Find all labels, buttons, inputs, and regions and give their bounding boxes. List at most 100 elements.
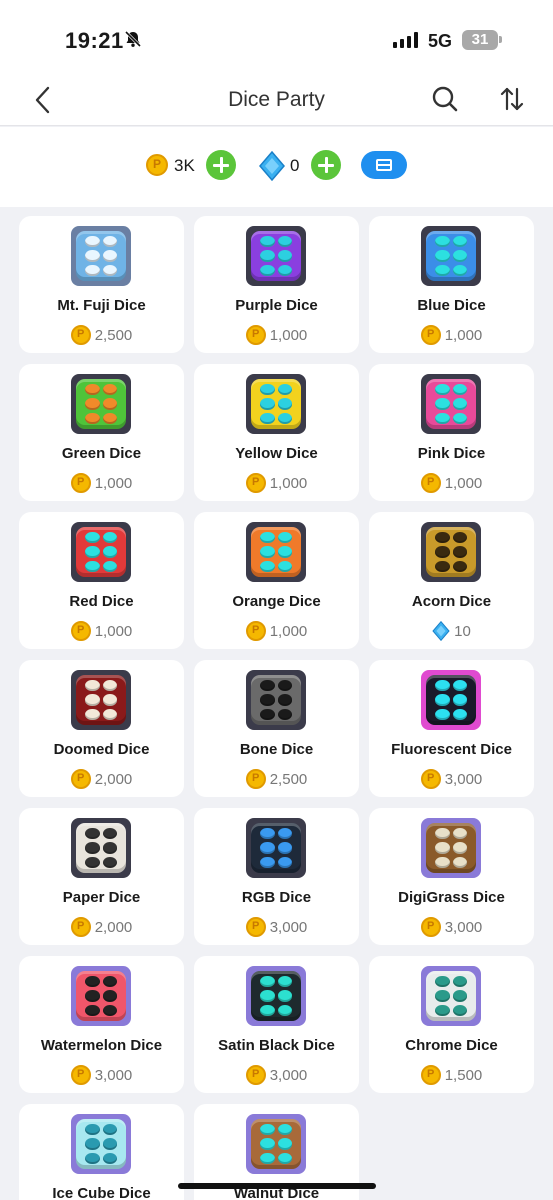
dice-price: 10 — [369, 621, 534, 641]
dice-card[interactable]: Fluorescent Dice 3,000 — [369, 660, 534, 797]
dice-card[interactable]: Watermelon Dice 3,000 — [19, 956, 184, 1093]
battery-cap — [499, 36, 502, 43]
dice-name: Green Dice — [61, 445, 142, 462]
home-indicator[interactable] — [178, 1183, 376, 1189]
price-value: 1,000 — [444, 474, 483, 492]
dice-card[interactable]: DigiGrass Dice 3,000 — [369, 808, 534, 945]
dice-card[interactable]: Satin Black Dice 3,000 — [194, 956, 359, 1093]
coin-icon — [70, 325, 91, 345]
dice-card[interactable]: Acorn Dice 10 — [369, 512, 534, 649]
coin-icon — [70, 621, 91, 641]
dice-icon — [421, 374, 481, 434]
price-value: 1,500 — [444, 1066, 483, 1084]
price-value: 10 — [454, 622, 471, 640]
dice-name: Blue Dice — [417, 297, 486, 314]
price-value: 1,000 — [94, 474, 133, 492]
dice-icon — [71, 1114, 131, 1174]
coin-icon — [420, 325, 441, 345]
dice-price: 3,000 — [369, 769, 534, 789]
price-value: 2,000 — [94, 770, 133, 788]
dice-card[interactable]: Blue Dice 1,000 — [369, 216, 534, 353]
dice-icon — [246, 1114, 306, 1174]
dice-icon — [246, 522, 306, 582]
dice-card[interactable]: Mt. Fuji Dice 2,500 — [19, 216, 184, 353]
dice-icon — [246, 226, 306, 286]
dice-name: Yellow Dice — [235, 445, 318, 462]
price-value: 3,000 — [444, 770, 483, 788]
dice-name: Acorn Dice — [411, 593, 492, 610]
gem-balance: 0 — [290, 156, 300, 175]
price-value: 1,000 — [269, 326, 308, 344]
dice-icon — [71, 966, 131, 1026]
coin-icon — [70, 769, 91, 789]
dice-icon — [246, 374, 306, 434]
dice-card[interactable]: Pink Dice 1,000 — [369, 364, 534, 501]
sort-icon[interactable] — [498, 84, 526, 119]
dice-card[interactable]: Purple Dice 1,000 — [194, 216, 359, 353]
price-value: 1,000 — [94, 622, 133, 640]
dice-price: 1,000 — [369, 473, 534, 493]
dice-card[interactable]: Chrome Dice 1,500 — [369, 956, 534, 1093]
dice-name: DigiGrass Dice — [398, 889, 505, 906]
search-icon[interactable] — [430, 84, 460, 119]
coin-icon — [245, 769, 266, 789]
price-value: 3,000 — [269, 918, 308, 936]
dice-icon — [246, 818, 306, 878]
dice-name: Bone Dice — [239, 741, 314, 758]
dice-card[interactable]: Red Dice 1,000 — [19, 512, 184, 649]
network-type: 5G — [428, 31, 453, 51]
dice-card[interactable]: Green Dice 1,000 — [19, 364, 184, 501]
coin-icon — [245, 473, 266, 493]
dice-icon — [421, 226, 481, 286]
dice-price: 3,000 — [194, 917, 359, 937]
currency-bar: 3K 0 — [0, 127, 553, 207]
dice-price: 2,000 — [19, 769, 184, 789]
dice-price: 2,500 — [19, 325, 184, 345]
dice-price: 1,000 — [194, 621, 359, 641]
dice-card[interactable]: Ice Cube Dice — [19, 1104, 184, 1200]
price-value: 3,000 — [269, 1066, 308, 1084]
coin-icon — [420, 1065, 441, 1085]
price-value: 1,000 — [269, 474, 308, 492]
dice-name: Chrome Dice — [405, 1037, 498, 1054]
dice-name: RGB Dice — [241, 889, 312, 906]
dice-card[interactable]: RGB Dice 3,000 — [194, 808, 359, 945]
dice-price: 1,000 — [194, 325, 359, 345]
coin-icon — [420, 473, 441, 493]
dice-price: 2,500 — [194, 769, 359, 789]
dice-icon — [246, 966, 306, 1026]
price-value: 1,000 — [269, 622, 308, 640]
dice-icon — [71, 226, 131, 286]
wallet-icon — [376, 159, 392, 171]
price-value: 2,000 — [94, 918, 133, 936]
price-value: 1,000 — [444, 326, 483, 344]
add-gems-button[interactable] — [311, 150, 341, 180]
dice-name: Ice Cube Dice — [52, 1185, 151, 1200]
dice-price: 1,000 — [194, 473, 359, 493]
dice-icon — [71, 522, 131, 582]
dice-name: Red Dice — [69, 593, 134, 610]
dice-price: 2,000 — [19, 917, 184, 937]
status-bar: 19:21 5G 31 — [0, 0, 553, 80]
dice-card[interactable]: Bone Dice 2,500 — [194, 660, 359, 797]
signal-icon — [393, 32, 418, 48]
price-value: 2,500 — [94, 326, 133, 344]
add-coins-button[interactable] — [206, 150, 236, 180]
dice-icon — [421, 966, 481, 1026]
dice-icon — [246, 670, 306, 730]
coin-balance: 3K — [174, 156, 195, 175]
coin-icon — [420, 769, 441, 789]
dice-icon — [421, 818, 481, 878]
dice-icon — [71, 670, 131, 730]
dice-card[interactable]: Orange Dice 1,000 — [194, 512, 359, 649]
battery-icon: 31 — [462, 30, 498, 50]
dice-grid: Mt. Fuji Dice2,500Purple Dice1,000Blue D… — [19, 216, 534, 1200]
dice-card[interactable]: Yellow Dice 1,000 — [194, 364, 359, 501]
bell-muted-icon — [124, 30, 142, 53]
dice-card[interactable]: Paper Dice 2,000 — [19, 808, 184, 945]
dice-card[interactable]: Doomed Dice 2,000 — [19, 660, 184, 797]
coin-icon — [420, 917, 441, 937]
dice-name: Satin Black Dice — [218, 1037, 335, 1054]
coin-icon — [70, 917, 91, 937]
wallet-button[interactable] — [361, 151, 407, 179]
